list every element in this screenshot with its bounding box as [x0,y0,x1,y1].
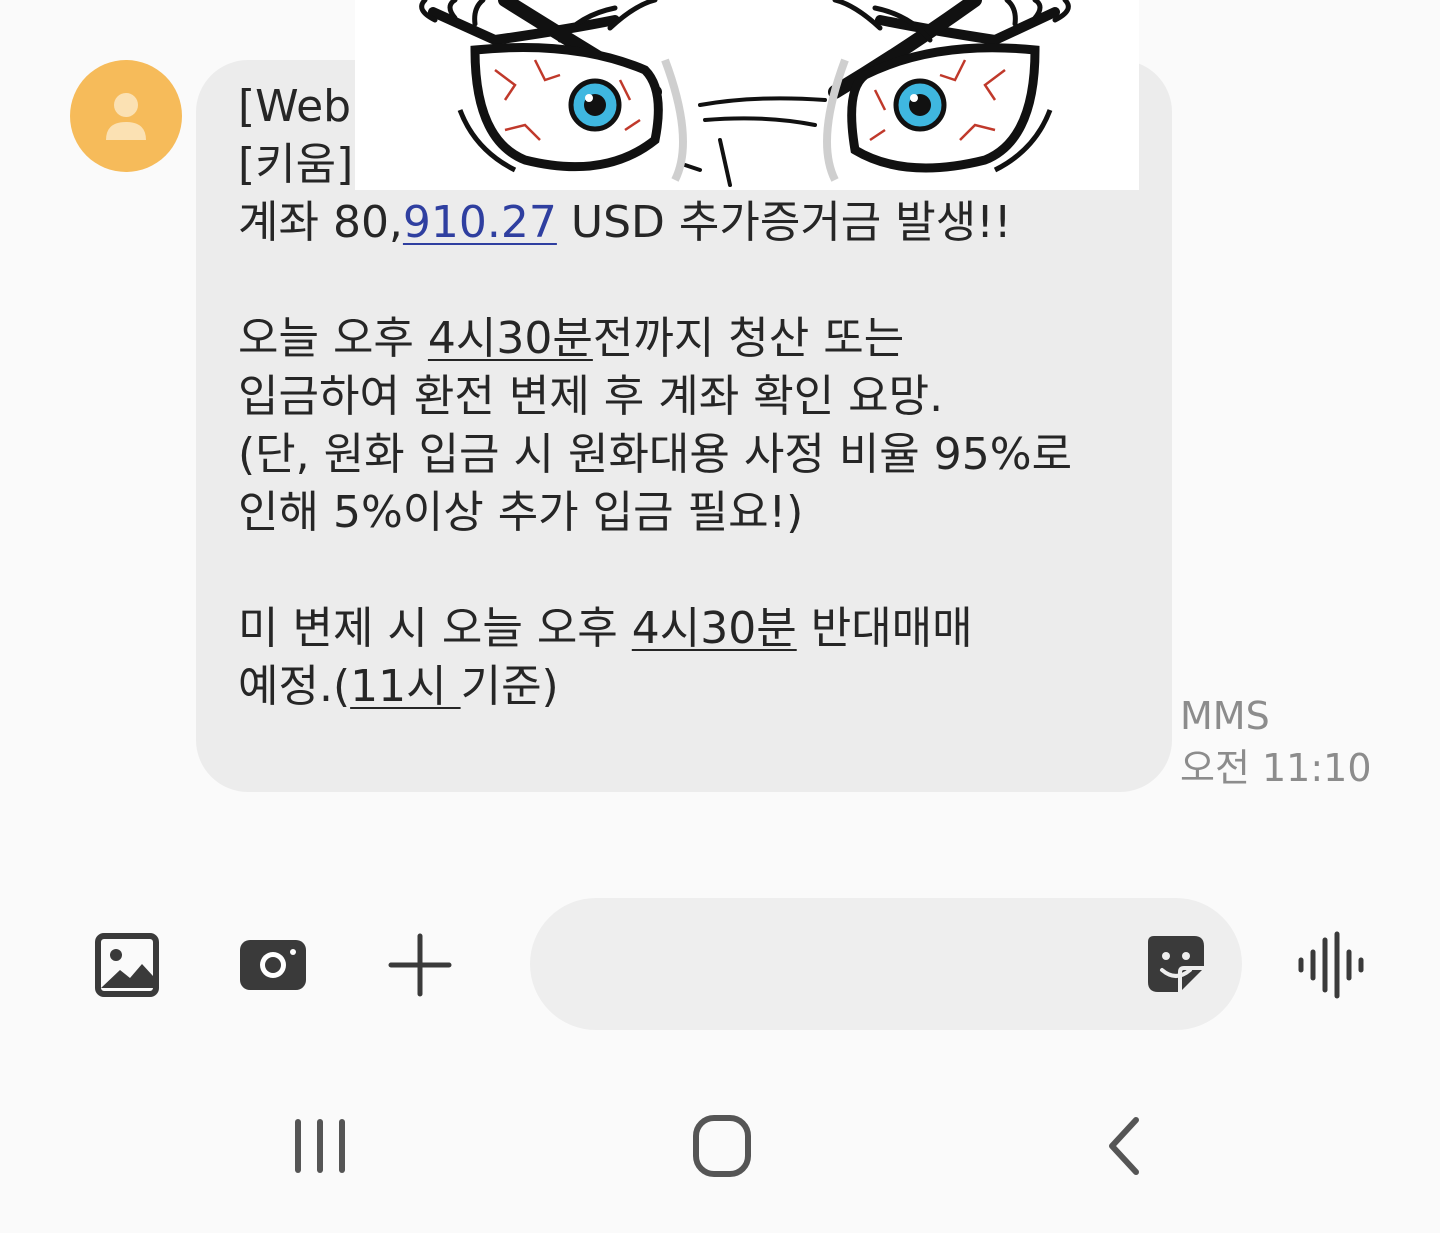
camera-button[interactable] [238,930,308,1000]
back-icon [1109,1117,1139,1175]
voice-record-button[interactable] [1296,930,1366,1000]
image-icon [95,933,159,997]
message-line: 예정.(11시 기준) [238,661,559,712]
recents-icon [295,1119,345,1173]
messages-screen: [Web [키움] 계좌 80,910.27 USD 추가증거금 발생!! 오늘… [0,0,1440,1233]
message-time: 오전 11:10 [1180,746,1372,790]
time-link[interactable]: 4시30분 [428,313,593,364]
back-button[interactable] [1084,1110,1164,1182]
time-link[interactable]: 11시 [350,661,460,712]
message-line: 계좌 80,910.27 USD 추가증거금 발생!! [238,197,1012,248]
add-attachment-button[interactable] [385,930,455,1000]
angry-eyes-image [355,0,1139,190]
message-line: 오늘 오후 4시30분전까지 청산 또는 [238,313,905,364]
message-type: MMS [1180,694,1270,738]
contact-avatar[interactable] [70,60,182,172]
person-icon [106,93,146,140]
sticker-button[interactable] [1144,932,1208,996]
recents-button[interactable] [280,1110,360,1182]
message-line: 인해 5%이상 추가 입금 필요!) [238,487,804,538]
plus-icon [388,933,452,997]
message-line: 미 변제 시 오늘 오후 4시30분 반대매매 [238,603,973,654]
camera-icon [240,940,306,990]
message-input-container [530,898,1242,1030]
home-icon [693,1115,751,1177]
message-line: 입금하여 환전 변제 후 계좌 확인 요망. [238,371,944,422]
message-meta: MMS 오전 11:10 [1180,690,1372,794]
voice-wave-icon [1298,931,1364,999]
number-link[interactable]: 910.27 [403,197,557,248]
message-line: (단, 원화 입금 시 원화대용 사정 비율 95%로 [238,429,1073,480]
home-button[interactable] [682,1110,762,1182]
message-input[interactable] [580,938,1124,992]
sticker-icon [1148,936,1204,992]
gallery-button[interactable] [92,930,162,1000]
time-link[interactable]: 4시30분 [632,603,797,654]
